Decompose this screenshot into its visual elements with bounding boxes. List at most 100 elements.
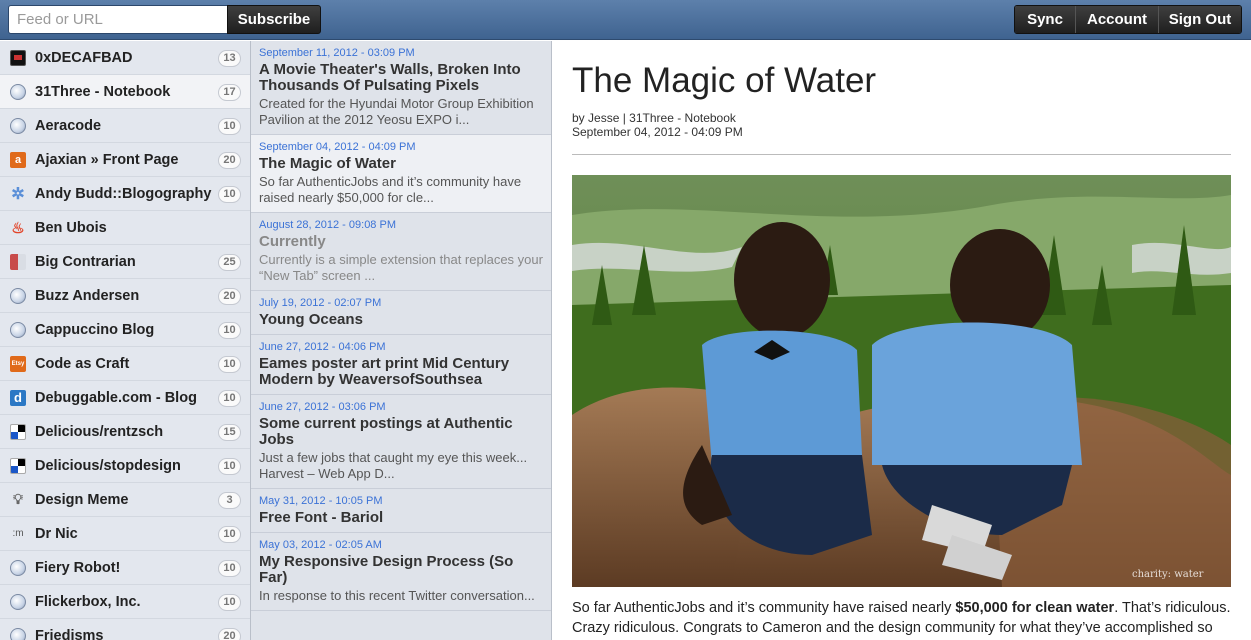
feed-name: Andy Budd::Blogography: [35, 185, 212, 202]
feed-name: Design Meme: [35, 491, 129, 508]
article-reader: The Magic of Water by Jesse | 31Three - …: [553, 41, 1251, 640]
feed-name: Delicious/rentzsch: [35, 423, 164, 440]
sync-button[interactable]: Sync: [1015, 6, 1075, 33]
globe-icon: [10, 593, 26, 610]
photo-watermark: charity: water: [1132, 569, 1204, 580]
unread-count: 3: [218, 492, 241, 509]
account-button-group: Sync Account Sign Out: [1014, 5, 1242, 34]
sidebar-item[interactable]: Flickerbox, Inc. 10: [0, 585, 250, 619]
sidebar-item-selected[interactable]: 31Three - Notebook 17: [0, 75, 250, 109]
sidebar-item[interactable]: Cappuccino Blog 10: [0, 313, 250, 347]
globe-icon: [10, 83, 26, 100]
article-title: Free Font - Bariol: [259, 509, 384, 526]
sidebar-item[interactable]: 0xDECAFBAD 13: [0, 41, 250, 75]
sidebar-item[interactable]: ✲ Andy Budd::Blogography 10: [0, 177, 250, 211]
ajaxian-icon: a: [10, 151, 26, 168]
unread-count: 15: [218, 424, 241, 441]
globe-icon: [10, 117, 26, 134]
sidebar-item[interactable]: ♨ Ben Ubois: [0, 211, 250, 245]
sidebar-item[interactable]: a Ajaxian » Front Page 20: [0, 143, 250, 177]
article-heading: The Magic of Water: [572, 61, 877, 100]
article-title: Currently: [259, 233, 326, 250]
article-title: Eames poster art print Mid Century Moder…: [259, 355, 510, 388]
article-date: July 19, 2012 - 02:07 PM: [259, 297, 382, 309]
feed-name: 31Three - Notebook: [35, 83, 171, 100]
article-date: August 28, 2012 - 09:08 PM: [259, 219, 396, 231]
article-list-item[interactable]: June 27, 2012 - 03:06 PM Some current po…: [251, 395, 551, 489]
article-date: May 31, 2012 - 10:05 PM: [259, 495, 383, 507]
article-list-item[interactable]: May 03, 2012 - 02:05 AM My Responsive De…: [251, 533, 551, 611]
article-title: The Magic of Water: [259, 155, 396, 172]
article-snippet: Created for the Hyundai Motor Group Exhi…: [259, 96, 534, 127]
feed-link[interactable]: 31Three - Notebook: [629, 111, 736, 125]
unread-count: 10: [218, 118, 241, 135]
account-button[interactable]: Account: [1075, 6, 1158, 33]
sidebar-item[interactable]: Etsy Code as Craft 10: [0, 347, 250, 381]
article-date: June 27, 2012 - 04:06 PM: [259, 341, 386, 353]
article-snippet: Just a few jobs that caught my eye this …: [259, 450, 528, 481]
article-date: May 03, 2012 - 02:05 AM: [259, 539, 382, 551]
article-list-item-selected[interactable]: September 04, 2012 - 04:09 PM The Magic …: [251, 135, 551, 213]
unread-count: 20: [218, 628, 241, 640]
sidebar-item[interactable]: 💡︎ Design Meme 3: [0, 483, 250, 517]
feed-name: Fiery Robot!: [35, 559, 121, 576]
feed-name: Ben Ubois: [35, 219, 107, 236]
unread-count: 10: [218, 594, 241, 611]
feed-url-input[interactable]: [8, 5, 228, 34]
feed-name: Big Contrarian: [35, 253, 136, 270]
article-list-item[interactable]: August 28, 2012 - 09:08 PM Currently Cur…: [251, 213, 551, 291]
contrarian-icon: [10, 253, 26, 270]
unread-count: 10: [218, 356, 241, 373]
sidebar-item[interactable]: d Debuggable.com - Blog 10: [0, 381, 250, 415]
unread-count: 10: [218, 560, 241, 577]
feed-name: Aeracode: [35, 117, 102, 134]
sidebar-item[interactable]: Friedisms 20: [0, 619, 250, 640]
subscribe-button[interactable]: Subscribe: [227, 5, 321, 34]
unread-count: 10: [218, 322, 241, 339]
feed-name: Flickerbox, Inc.: [35, 593, 141, 610]
author-link[interactable]: Jesse: [588, 111, 619, 125]
feed-name: 0xDECAFBAD: [35, 49, 133, 66]
globe-icon: [10, 287, 26, 304]
divider: [572, 154, 1231, 155]
article-snippet: In response to this recent Twitter conve…: [259, 588, 535, 603]
article-title: My Responsive Design Process (So Far): [259, 553, 514, 586]
article-list-item[interactable]: June 27, 2012 - 04:06 PM Eames poster ar…: [251, 335, 551, 395]
article-list-item[interactable]: July 19, 2012 - 02:07 PM Young Oceans: [251, 291, 551, 335]
article-title: Young Oceans: [259, 311, 363, 328]
body-text: So far AuthenticJobs and it’s community …: [572, 600, 956, 616]
unread-count: 17: [218, 84, 241, 101]
unread-count: 20: [218, 152, 241, 169]
article-snippet: Currently is a simple extension that rep…: [259, 252, 543, 283]
article-title: Some current postings at Authentic Jobs: [259, 415, 513, 448]
unread-count: 25: [218, 254, 241, 271]
gear-icon: ✲: [11, 185, 25, 203]
debuggable-icon: d: [10, 389, 26, 406]
globe-icon: [10, 627, 26, 640]
body-text-bold: $50,000 for clean water: [955, 600, 1115, 616]
article-title: A Movie Theater's Walls, Broken Into Tho…: [259, 61, 521, 94]
article-list: September 11, 2012 - 03:09 PM A Movie Th…: [251, 41, 552, 640]
article-date: September 11, 2012 - 03:09 PM: [259, 47, 415, 59]
article-date: September 04, 2012 - 04:09 PM: [259, 141, 416, 153]
feed-name: Ajaxian » Front Page: [35, 151, 179, 168]
feed-name: Delicious/stopdesign: [35, 457, 181, 474]
unread-count: 10: [218, 526, 241, 543]
lightbulb-icon: 💡︎: [13, 491, 23, 507]
sidebar-item[interactable]: Buzz Andersen 20: [0, 279, 250, 313]
article-publish-date: September 04, 2012 - 04:09 PM: [572, 125, 743, 139]
sidebar-item[interactable]: Delicious/stopdesign 10: [0, 449, 250, 483]
feed-sidebar: 0xDECAFBAD 13 31Three - Notebook 17 Aera…: [0, 41, 251, 640]
drnic-icon: :m: [12, 528, 24, 539]
sidebar-item[interactable]: Fiery Robot! 10: [0, 551, 250, 585]
article-list-item[interactable]: September 11, 2012 - 03:09 PM A Movie Th…: [251, 41, 551, 135]
unread-count: 10: [218, 458, 241, 475]
article-body: So far AuthenticJobs and it’s community …: [572, 598, 1237, 638]
article-list-item[interactable]: May 31, 2012 - 10:05 PM Free Font - Bari…: [251, 489, 551, 533]
sidebar-item[interactable]: Big Contrarian 25: [0, 245, 250, 279]
sign-out-button[interactable]: Sign Out: [1158, 6, 1241, 33]
article-meta: by Jesse | 31Three - Notebook September …: [572, 111, 743, 139]
sidebar-item[interactable]: :m Dr Nic 10: [0, 517, 250, 551]
sidebar-item[interactable]: Delicious/rentzsch 15: [0, 415, 250, 449]
sidebar-item[interactable]: Aeracode 10: [0, 109, 250, 143]
